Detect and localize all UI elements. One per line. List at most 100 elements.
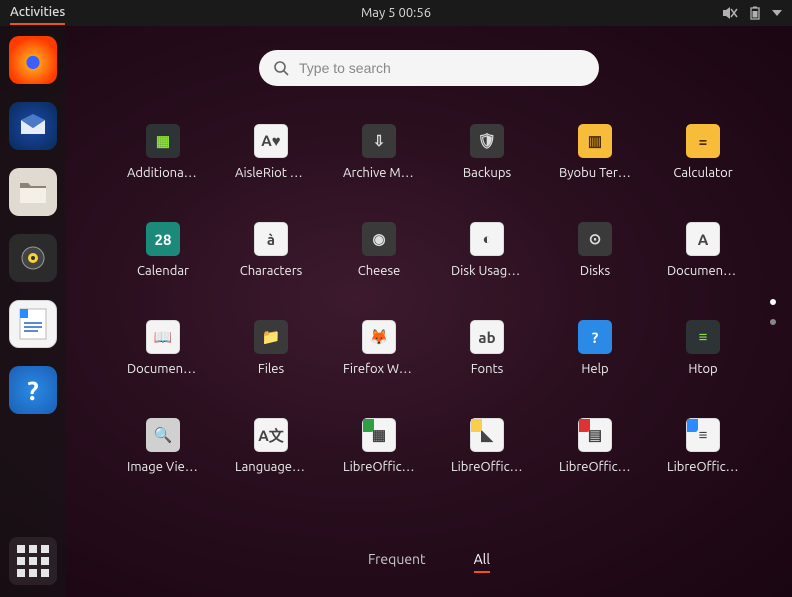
doc-scanner-icon: A bbox=[686, 222, 720, 256]
clock[interactable]: May 5 00:56 bbox=[361, 6, 431, 20]
app-label: LibreOffice Draw bbox=[451, 460, 523, 474]
archive-manager-icon: ⇩ bbox=[362, 124, 396, 158]
dock-thunderbird[interactable] bbox=[9, 102, 57, 150]
speaker-icon bbox=[19, 244, 47, 272]
app-label: Backups bbox=[463, 166, 511, 180]
app-disks[interactable]: ⊙ Disks bbox=[551, 222, 639, 278]
app-label: Document Scanner bbox=[667, 264, 739, 278]
app-help[interactable]: ?Help bbox=[551, 320, 639, 376]
app-label: LibreOffice Calc bbox=[343, 460, 415, 474]
app-language-support[interactable]: A文 Language Support bbox=[227, 418, 315, 474]
app-aisleriot[interactable]: A♥ AisleRiot Solitaire bbox=[227, 124, 315, 180]
app-label: Archive Manager bbox=[343, 166, 415, 180]
app-label: Calculator bbox=[673, 166, 732, 180]
app-label: Fonts bbox=[471, 362, 504, 376]
libre-calc-icon: ▦ bbox=[362, 418, 396, 452]
tab-all[interactable]: All bbox=[474, 551, 490, 573]
applications-grid: ▦ Additional Drivers A♥ AisleRiot Solitaire… bbox=[119, 124, 739, 474]
app-label: Help bbox=[581, 362, 608, 376]
app-fonts[interactable]: ab Fonts bbox=[443, 320, 531, 376]
image-viewer-icon: 🔍 bbox=[146, 418, 180, 452]
page-dot-1[interactable] bbox=[770, 299, 776, 305]
app-disk-usage[interactable]: ◐ Disk Usage Analyzer bbox=[443, 222, 531, 278]
activities-button[interactable]: Activities bbox=[10, 5, 65, 22]
cheese-icon: ◉ bbox=[362, 222, 396, 256]
additional-drivers-icon: ▦ bbox=[146, 124, 180, 158]
app-label: Byobu Terminal bbox=[559, 166, 631, 180]
libre-writer-icon: ≡ bbox=[686, 418, 720, 452]
app-label: Cheese bbox=[358, 264, 401, 278]
app-label: Characters bbox=[240, 264, 303, 278]
files-icon bbox=[18, 179, 48, 205]
chevron-down-icon bbox=[772, 10, 782, 17]
app-label: Files bbox=[258, 362, 284, 376]
search-icon bbox=[273, 60, 289, 76]
battery-icon bbox=[748, 6, 762, 20]
app-libre-writer[interactable]: ≡ LibreOffice Writer bbox=[659, 418, 747, 474]
dock-rhythmbox[interactable] bbox=[9, 234, 57, 282]
app-characters[interactable]: à Characters bbox=[227, 222, 315, 278]
characters-icon: à bbox=[254, 222, 288, 256]
libre-draw-icon: ◣ bbox=[470, 418, 504, 452]
calculator-icon: = bbox=[686, 124, 720, 158]
search-input[interactable] bbox=[299, 60, 585, 76]
activities-overview: ▦ Additional Drivers A♥ AisleRiot Solitaire… bbox=[66, 26, 792, 597]
app-archive-manager[interactable]: ⇩ Archive Manager bbox=[335, 124, 423, 180]
dock-firefox[interactable] bbox=[9, 36, 57, 84]
app-calculator[interactable]: = Calculator bbox=[659, 124, 747, 180]
app-byobu[interactable]: ▥ Byobu Terminal bbox=[551, 124, 639, 180]
app-image-viewer[interactable]: 🔍 Image Viewer bbox=[119, 418, 207, 474]
disks-icon: ⊙ bbox=[578, 222, 612, 256]
backups-icon: 🛡 bbox=[470, 124, 504, 158]
calendar-icon: 28 bbox=[146, 222, 180, 256]
status-area[interactable] bbox=[722, 6, 782, 20]
page-dot-2[interactable] bbox=[770, 319, 776, 325]
app-label: LibreOffice Impress bbox=[559, 460, 631, 474]
app-backups[interactable]: 🛡 Backups bbox=[443, 124, 531, 180]
page-indicator[interactable] bbox=[770, 299, 776, 325]
dock-help[interactable]: ? bbox=[9, 366, 57, 414]
app-label: Language Support bbox=[235, 460, 307, 474]
app-label: AisleRiot Solitaire bbox=[235, 166, 307, 180]
files-icon: 📁 bbox=[254, 320, 288, 354]
app-label: Firefox Web Browser bbox=[343, 362, 415, 376]
language-support-icon: A文 bbox=[254, 418, 288, 452]
app-libre-impress[interactable]: ▤LibreOffice Impress bbox=[551, 418, 639, 474]
app-label: Image Viewer bbox=[127, 460, 199, 474]
app-label: Htop bbox=[688, 362, 717, 376]
app-htop[interactable]: ≡ Htop bbox=[659, 320, 747, 376]
fonts-icon: ab bbox=[470, 320, 504, 354]
aisleriot-icon: A♥ bbox=[254, 124, 288, 158]
app-calendar[interactable]: 28 Calendar bbox=[119, 222, 207, 278]
byobu-icon: ▥ bbox=[578, 124, 612, 158]
app-libre-calc[interactable]: ▦ LibreOffice Calc bbox=[335, 418, 423, 474]
app-label: Disks bbox=[580, 264, 610, 278]
app-files[interactable]: 📁 Files bbox=[227, 320, 315, 376]
app-doc-viewer[interactable]: 📖 Document Viewer bbox=[119, 320, 207, 376]
app-doc-scanner[interactable]: A Document Scanner bbox=[659, 222, 747, 278]
volume-muted-icon bbox=[722, 6, 738, 20]
app-label: Document Viewer bbox=[127, 362, 199, 376]
firefox-icon: 🦊 bbox=[362, 320, 396, 354]
dock: ? bbox=[0, 26, 66, 597]
app-label: LibreOffice Writer bbox=[667, 460, 739, 474]
app-label: Additional Drivers bbox=[127, 166, 199, 180]
writer-icon bbox=[18, 307, 48, 341]
dock-files[interactable] bbox=[9, 168, 57, 216]
app-firefox[interactable]: 🦊 Firefox Web Browser bbox=[335, 320, 423, 376]
htop-icon: ≡ bbox=[686, 320, 720, 354]
app-libre-draw[interactable]: ◣ LibreOffice Draw bbox=[443, 418, 531, 474]
disk-usage-icon: ◐ bbox=[470, 222, 504, 256]
app-cheese[interactable]: ◉ Cheese bbox=[335, 222, 423, 278]
thunderbird-icon bbox=[17, 110, 49, 142]
app-label: Calendar bbox=[137, 264, 189, 278]
app-label: Disk Usage Analyzer bbox=[451, 264, 523, 278]
search-bar[interactable] bbox=[259, 50, 599, 86]
dock-writer[interactable] bbox=[9, 300, 57, 348]
view-tabs: Frequent All bbox=[368, 551, 490, 573]
app-additional-drivers[interactable]: ▦ Additional Drivers bbox=[119, 124, 207, 180]
tab-frequent[interactable]: Frequent bbox=[368, 551, 426, 573]
doc-viewer-icon: 📖 bbox=[146, 320, 180, 354]
show-applications-button[interactable] bbox=[9, 537, 57, 585]
top-bar: Activities May 5 00:56 bbox=[0, 0, 792, 26]
